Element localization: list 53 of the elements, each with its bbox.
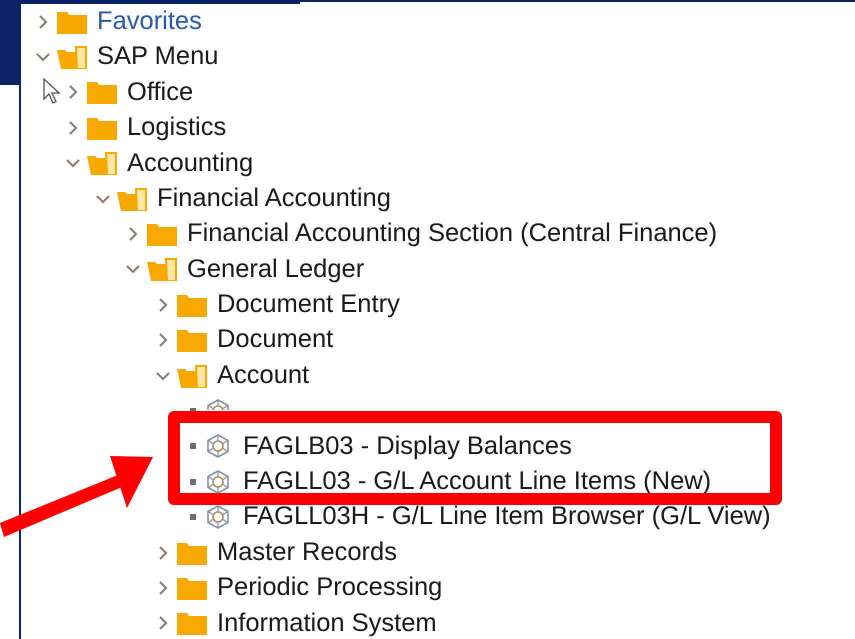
open-folder-icon [177, 364, 207, 388]
chevron-right-icon[interactable] [68, 120, 78, 136]
menu-item[interactable]: Document [217, 327, 334, 353]
hexagon-icon [205, 433, 231, 460]
menu-item[interactable]: Information System [217, 610, 437, 636]
menu-item[interactable]: FAGLB03 - Display Balances [243, 434, 572, 460]
menu-item[interactable]: Accounting [127, 150, 254, 176]
hexagon-icon [205, 468, 231, 495]
folder-icon [177, 540, 207, 565]
cursor-icon [43, 78, 63, 104]
chevron-down-icon[interactable] [95, 194, 111, 204]
menu-item[interactable]: SAP Menu [97, 44, 218, 70]
bullet-icon [190, 443, 196, 450]
chevron-right-icon[interactable] [128, 226, 138, 242]
open-folder-icon [57, 45, 87, 70]
menu-item[interactable]: General Ledger [187, 256, 364, 282]
menu-item[interactable]: Document Entry [217, 292, 400, 318]
menu-item[interactable]: Account [217, 362, 310, 388]
menu-item[interactable]: Master Records [217, 540, 397, 566]
folder-icon [57, 10, 87, 34]
chevron-right-icon[interactable] [158, 544, 168, 561]
chevron-right-icon[interactable] [158, 580, 168, 596]
chevron-right-icon[interactable] [158, 296, 168, 313]
chevron-right-icon[interactable] [38, 14, 48, 30]
open-folder-icon [117, 186, 147, 211]
menu-item[interactable]: Logistics [127, 115, 226, 141]
chevron-right-icon[interactable] [158, 332, 168, 348]
menu-item[interactable]: Office [127, 80, 194, 106]
hexagon-icon [205, 398, 231, 410]
chevron-down-icon[interactable] [125, 264, 141, 274]
folder-icon [87, 80, 117, 104]
menu-item[interactable]: Favorites [97, 8, 202, 34]
open-folder-icon [147, 257, 177, 282]
chevron-right-icon[interactable] [68, 84, 78, 100]
menu-item[interactable]: Financial Accounting [157, 186, 391, 212]
bullet-icon [190, 514, 196, 520]
menu-item[interactable]: FAGLL03 - G/L Account Line Items (New) [243, 469, 712, 495]
bullet-icon [190, 478, 196, 485]
folder-icon [177, 576, 207, 600]
folder-icon [177, 328, 207, 352]
hexagon-icon [205, 504, 231, 530]
folder-icon [87, 116, 117, 140]
folder-icon [177, 611, 207, 636]
folder-icon [177, 292, 207, 317]
menu-item[interactable]: Financial Accounting Section (Central Finance) [187, 221, 718, 247]
chevron-right-icon[interactable] [158, 615, 168, 632]
chevron-down-icon[interactable] [65, 158, 81, 168]
menu-item[interactable]: Periodic Processing [217, 575, 442, 601]
menu-item[interactable]: FAGLL03H - G/L Line Item Browser (G/L View) [243, 504, 771, 530]
chevron-down-icon[interactable] [155, 370, 171, 381]
open-folder-icon [87, 151, 117, 176]
chevron-down-icon[interactable] [35, 52, 51, 62]
folder-icon [147, 222, 177, 246]
